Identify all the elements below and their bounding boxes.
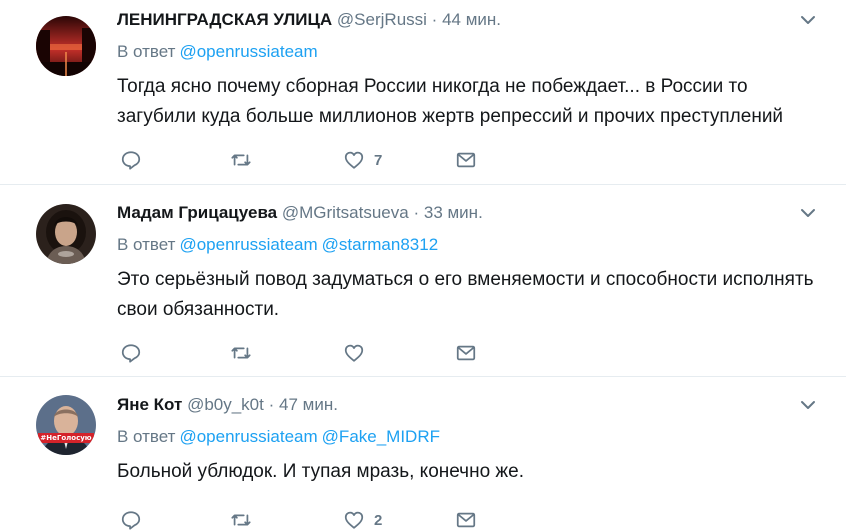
direct-message-button[interactable] (455, 341, 477, 365)
reply-prefix: В ответ (117, 235, 176, 254)
like-button[interactable]: 7 (343, 148, 382, 172)
reply-icon (121, 151, 141, 170)
mention-link[interactable]: @Fake_MIDRF (322, 427, 440, 446)
reply-button[interactable] (120, 508, 142, 532)
mention-link[interactable]: @openrussiateam (179, 235, 317, 254)
reply-button[interactable] (120, 148, 142, 172)
chevron-down-icon[interactable] (800, 205, 816, 221)
heart-icon (344, 511, 364, 529)
mention-link[interactable]: @openrussiateam (179, 42, 317, 61)
timestamp[interactable]: 44 мин. (442, 10, 501, 29)
direct-message-button[interactable] (455, 508, 477, 532)
retweet-icon (231, 347, 251, 359)
like-button[interactable]: 2 (343, 508, 382, 532)
separator-dot: · (431, 10, 438, 29)
reply-context: В ответ @openrussiateam @Fake_MIDRF (117, 426, 440, 448)
tweet-text: Это серьёзный повод задуматься о его вме… (117, 269, 814, 320)
avatar-badge: #НеГолосую (38, 433, 94, 443)
envelope-icon (456, 512, 476, 528)
retweet-button[interactable] (230, 341, 252, 365)
like-count: 7 (374, 151, 383, 169)
avatar[interactable] (36, 204, 96, 264)
reply-prefix: В ответ (117, 427, 176, 446)
tweet-text: Тогда ясно почему сборная России никогда… (117, 76, 784, 127)
tweet-item[interactable]: Мадам Грицацуева @MGritsatsueva · 33 мин… (0, 184, 846, 377)
author-handle[interactable]: @b0y_k0t (187, 395, 264, 414)
heart-icon (344, 344, 364, 362)
reply-prefix: В ответ (117, 42, 176, 61)
retweet-icon (231, 154, 251, 166)
reply-button[interactable] (120, 341, 142, 365)
red-street-photo-avatar-icon (36, 16, 96, 76)
like-button[interactable] (343, 341, 374, 365)
reply-context: В ответ @openrussiateam @starman8312 (117, 234, 438, 256)
tweet-item[interactable]: ЛЕНИНГРАДСКАЯ УЛИЦА @SerjRussi · 44 мин.… (0, 0, 846, 185)
retweet-button[interactable] (230, 508, 252, 532)
action-bar: 2 (117, 508, 517, 532)
mention-link[interactable]: @starman8312 (322, 235, 439, 254)
action-bar: 7 (117, 148, 517, 172)
chevron-down-icon[interactable] (800, 397, 816, 413)
retweet-button[interactable] (230, 148, 252, 172)
reply-icon (121, 511, 141, 530)
reply-context: В ответ @openrussiateam (117, 41, 318, 63)
avatar[interactable] (36, 16, 96, 76)
author-handle[interactable]: @SerjRussi (337, 10, 427, 29)
reply-icon (121, 344, 141, 363)
chevron-down-icon[interactable] (800, 12, 816, 28)
heart-icon (344, 151, 364, 169)
man-portrait-avatar-icon (36, 395, 96, 455)
author-name[interactable]: Яне Кот (117, 395, 182, 414)
timestamp[interactable]: 33 мин. (424, 203, 483, 222)
author-name[interactable]: Мадам Грицацуева (117, 203, 277, 222)
author-handle[interactable]: @MGritsatsueva (282, 203, 409, 222)
separator-dot: · (268, 395, 275, 414)
tweet-header: Мадам Грицацуева @MGritsatsueva · 33 мин… (117, 202, 483, 224)
avatar[interactable]: #НеГолосую (36, 395, 96, 455)
retweet-icon (231, 514, 251, 526)
direct-message-button[interactable] (455, 148, 477, 172)
envelope-icon (456, 345, 476, 361)
tweet-header: Яне Кот @b0y_k0t · 47 мин. (117, 394, 338, 416)
separator-dot: · (413, 203, 420, 222)
envelope-icon (456, 152, 476, 168)
tweet-text: Больной ублюдок. И тупая мразь, конечно … (117, 461, 524, 482)
action-bar (117, 341, 517, 365)
tweet-item[interactable]: #НеГолосую Яне Кот @b0y_k0t · 47 мин. В … (0, 376, 846, 530)
author-name[interactable]: ЛЕНИНГРАДСКАЯ УЛИЦА (117, 10, 332, 29)
like-count: 2 (374, 511, 383, 529)
tweet-header: ЛЕНИНГРАДСКАЯ УЛИЦА @SerjRussi · 44 мин. (117, 9, 501, 31)
timestamp[interactable]: 47 мин. (279, 395, 338, 414)
woman-portrait-avatar-icon (36, 204, 96, 264)
mention-link[interactable]: @openrussiateam (179, 427, 317, 446)
